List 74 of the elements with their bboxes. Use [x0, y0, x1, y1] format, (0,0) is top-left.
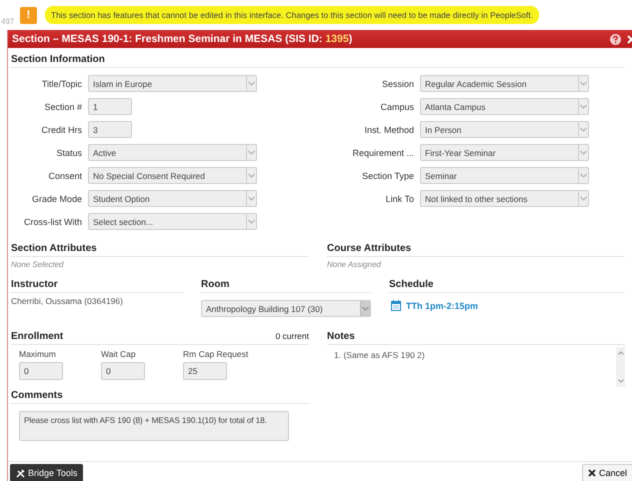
field-label: Requirement ... — [351, 148, 415, 158]
field-label: Session — [380, 78, 415, 88]
field-label: Campus — [379, 102, 415, 112]
field-label: Consent — [47, 170, 83, 180]
dropdown[interactable]: Atlanta Campus — [420, 98, 589, 115]
section-heading: Section Attributes — [11, 243, 309, 257]
section-heading: Enrollment — [11, 331, 64, 342]
notice-text: This section has features that cannot be edited in this interface. Changes to this section will need to be made directly in PeopleSoft. — [45, 6, 539, 24]
empty-text: None Assigned — [327, 260, 382, 269]
caret-icon — [246, 191, 256, 206]
field-label: Link To — [384, 194, 415, 204]
caret-icon — [246, 145, 256, 160]
caret-icon — [578, 76, 588, 91]
dropdown[interactable]: Islam in Europe — [88, 75, 257, 92]
caret-icon — [578, 99, 588, 114]
caret-icon — [578, 122, 588, 137]
input-field[interactable]: 1 — [88, 98, 132, 115]
field-label: Inst. Method — [363, 124, 415, 134]
bridge-tools-button[interactable]: Bridge Tools — [10, 464, 84, 481]
field-label: Cross-list With — [23, 216, 83, 226]
input-field[interactable]: 3 — [88, 121, 132, 138]
caret-icon — [360, 301, 370, 316]
window-title: Section – MESAS 190-1: Freshmen Seminar in MESAS (SIS ID: 1395) — [12, 33, 354, 45]
warning-icon: ! — [20, 6, 37, 24]
help-icon[interactable] — [610, 34, 621, 44]
calendar-icon — [391, 300, 401, 311]
caret-icon — [578, 191, 588, 206]
input-field[interactable]: 25 — [183, 362, 227, 380]
field-label: Wait Cap — [101, 349, 137, 359]
tools-icon — [16, 468, 25, 478]
dropdown[interactable]: Student Option — [88, 190, 257, 207]
section-heading: Instructor — [11, 279, 183, 293]
field-label: Section # — [43, 102, 83, 112]
section-heading: Section Information — [11, 54, 625, 68]
dropdown[interactable]: No Special Consent Required — [88, 167, 257, 184]
dropdown[interactable]: First-Year Seminar — [420, 144, 589, 161]
instructor-name: Cherribi, Oussama (0364196) — [11, 296, 124, 306]
field-label: Title/Topic — [40, 78, 83, 88]
caret-icon — [246, 76, 256, 91]
cancel-button[interactable]: Cancel — [582, 464, 632, 481]
dropdown[interactable]: Not linked to other sections — [420, 190, 589, 207]
section-heading: Notes — [327, 331, 625, 345]
dropdown[interactable]: Seminar — [420, 167, 589, 184]
empty-text: None Selected — [11, 260, 64, 269]
field-label: Maximum — [19, 349, 57, 359]
field-label: Section Type — [361, 170, 415, 180]
field-label: Grade Mode — [30, 194, 83, 204]
input-field[interactable]: 0 — [101, 362, 145, 380]
dropdown[interactable]: Regular Academic Session — [420, 75, 589, 92]
schedule-link[interactable]: TTh 1pm-2:15pm — [406, 300, 478, 310]
field-label: Status — [55, 148, 83, 158]
caret-icon — [578, 168, 588, 183]
caret-icon — [246, 214, 256, 229]
section-heading: Room — [201, 279, 371, 293]
input-field[interactable]: 0 — [19, 362, 63, 380]
section-heading: Course Attributes — [327, 243, 625, 257]
enrollment-count: 0 current — [275, 331, 309, 342]
field-label: Rm Cap Request — [183, 349, 248, 359]
scroll-up-icon[interactable] — [618, 351, 624, 355]
section-heading: Comments — [11, 390, 309, 404]
note-item: 1. (Same as AFS 190 2) — [334, 350, 426, 360]
background-text: 497 — [1, 17, 14, 26]
scroll-down-icon[interactable] — [618, 379, 624, 383]
scrollbar[interactable] — [616, 347, 625, 387]
dropdown[interactable]: Select section... — [88, 213, 257, 230]
field-label: Credit Hrs — [40, 124, 83, 134]
close-icon — [588, 469, 596, 477]
caret-icon — [246, 168, 256, 183]
section-heading: Schedule — [389, 279, 625, 293]
comments-field[interactable]: Please cross list with AFS 190 (8) + MESAS 190.1(10) for total of 18. — [19, 411, 289, 441]
dropdown[interactable]: In Person — [420, 121, 589, 138]
room-dropdown[interactable]: Anthropology Building 107 (30) — [201, 300, 371, 317]
dropdown[interactable]: Active — [88, 144, 257, 161]
caret-icon — [578, 145, 588, 160]
